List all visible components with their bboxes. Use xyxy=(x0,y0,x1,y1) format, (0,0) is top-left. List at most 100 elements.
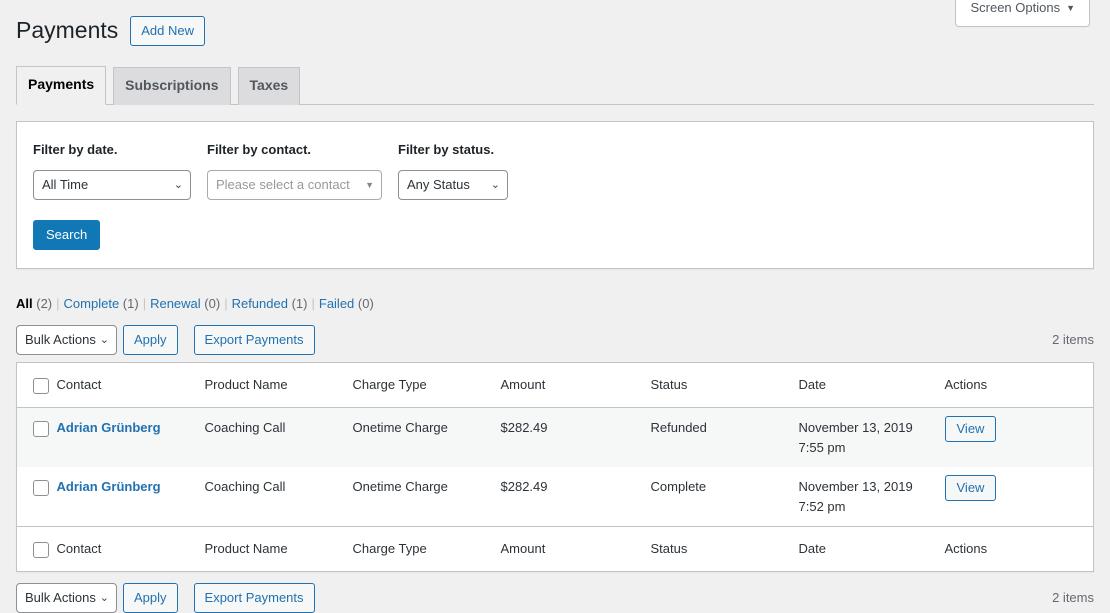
row-date: November 13, 2019 7:52 pm xyxy=(799,467,945,527)
chevron-down-icon: ⌄ xyxy=(99,592,109,605)
row-checkbox[interactable] xyxy=(33,480,49,497)
table-body: Adrian Grünberg Coaching Call Onetime Ch… xyxy=(16,407,1094,527)
header-product-name[interactable]: Product Name xyxy=(205,362,353,407)
row-charge-type: Onetime Charge xyxy=(352,479,448,495)
contact-link[interactable]: Adrian Grünberg xyxy=(57,420,161,435)
select-all-checkbox[interactable] xyxy=(33,378,49,394)
filter-date-label: Filter by date. xyxy=(33,141,118,157)
payments-table: Contact Product Name Charge Type Amount … xyxy=(16,361,1094,573)
separator: | xyxy=(224,295,228,311)
chevron-down-icon: ⌄ xyxy=(99,333,109,346)
filter-panel: Filter by date. All Time ⌄ Filter by con… xyxy=(16,120,1094,269)
filter-status-label: Filter by status. xyxy=(398,141,495,157)
row-checkbox-cell xyxy=(17,408,57,468)
status-link-failed: Failed (0) xyxy=(319,296,374,311)
row-amount: $282.49 xyxy=(500,479,548,495)
tablenav-bottom: Bulk Actions ⌄ Apply Export Payments 2 i… xyxy=(16,583,1094,613)
row-status: Complete xyxy=(650,479,707,495)
footer-charge-type[interactable]: Charge Type xyxy=(353,527,501,572)
status-link-all-label[interactable]: All xyxy=(16,296,33,311)
status-link-renewal-label[interactable]: Renewal xyxy=(150,296,201,311)
page-wrap: Payments Add New Payments Subscriptions … xyxy=(0,0,1110,613)
bulk-actions-select-bottom[interactable]: Bulk Actions ⌄ xyxy=(16,583,117,613)
status-link-complete-label[interactable]: Complete xyxy=(64,296,120,311)
row-checkbox[interactable] xyxy=(33,421,49,438)
bulk-actions-select-top[interactable]: Bulk Actions ⌄ xyxy=(16,324,117,355)
filter-contact-label: Filter by contact. xyxy=(207,141,312,157)
table-row: Adrian Grünberg Coaching Call Onetime Ch… xyxy=(17,467,1094,527)
status-filter-links: All (2) | Complete (1) | Renewal (0) | Refunde… xyxy=(16,291,1094,317)
footer-contact[interactable]: Contact xyxy=(57,527,205,572)
bulk-actions-value: Bulk Actions xyxy=(25,590,96,606)
export-payments-button-top[interactable]: Export Payments xyxy=(193,324,315,355)
filter-contact-placeholder: Please select a contact xyxy=(216,176,350,192)
row-date: November 13, 2019 7:55 pm xyxy=(799,408,945,468)
row-checkbox-cell xyxy=(17,467,57,527)
row-date-day: November 13, 2019 xyxy=(798,479,913,495)
table-footer-row: Contact Product Name Charge Type Amount … xyxy=(16,526,1094,572)
apply-button-bottom[interactable]: Apply xyxy=(123,583,178,613)
status-link-renewal: Renewal (0) | xyxy=(150,296,232,311)
header-contact[interactable]: Contact xyxy=(57,362,205,407)
filter-date-value: All Time xyxy=(42,176,89,192)
tab-subscriptions[interactable]: Subscriptions xyxy=(113,67,231,105)
separator: | xyxy=(56,295,60,311)
row-actions: View xyxy=(944,408,1094,468)
status-link-complete: Complete (1) | xyxy=(64,296,151,311)
items-count-top: 2 items xyxy=(1052,331,1094,347)
filter-group-status: Filter by status. Any Status ⌄ xyxy=(398,142,508,200)
filter-status-select[interactable]: Any Status ⌄ xyxy=(398,169,508,200)
items-count-bottom: 2 items xyxy=(1052,590,1094,606)
row-product-name: Coaching Call xyxy=(204,420,286,436)
header-status[interactable]: Status xyxy=(651,362,799,407)
filter-contact-select[interactable]: Please select a contact ▼ xyxy=(207,169,382,200)
bulk-actions-bottom: Bulk Actions ⌄ Apply Export Payments xyxy=(16,583,315,613)
row-actions: View xyxy=(944,467,1094,527)
search-button[interactable]: Search xyxy=(33,219,101,250)
contact-link[interactable]: Adrian Grünberg xyxy=(57,479,161,494)
filter-status-value: Any Status xyxy=(407,176,470,192)
status-link-all-count: (2) xyxy=(36,295,53,311)
footer-product-name[interactable]: Product Name xyxy=(205,527,353,572)
view-button[interactable]: View xyxy=(944,475,997,502)
separator: | xyxy=(311,295,315,311)
tab-bar: Payments Subscriptions Taxes xyxy=(16,57,1094,105)
table-foot: Contact Product Name Charge Type Amount … xyxy=(16,526,1094,572)
page-title: Payments xyxy=(16,17,119,44)
view-button[interactable]: View xyxy=(944,416,997,443)
select-all-checkbox-footer[interactable] xyxy=(33,542,49,559)
tab-payments[interactable]: Payments xyxy=(16,66,107,105)
row-charge-type: Onetime Charge xyxy=(352,420,448,436)
header-charge-type[interactable]: Charge Type xyxy=(353,362,501,407)
filter-group-contact: Filter by contact. Please select a conta… xyxy=(207,142,382,200)
row-date-time: 7:55 pm xyxy=(798,439,846,455)
separator: | xyxy=(142,295,147,311)
row-product-name: Coaching Call xyxy=(204,479,286,495)
footer-date[interactable]: Date xyxy=(799,527,945,572)
footer-status[interactable]: Status xyxy=(651,527,799,572)
header-amount[interactable]: Amount xyxy=(501,362,651,407)
bulk-actions-value: Bulk Actions xyxy=(25,331,96,347)
row-contact: Adrian Grünberg xyxy=(57,467,205,527)
filter-row: Filter by date. All Time ⌄ Filter by con… xyxy=(33,142,1077,200)
export-payments-button-bottom[interactable]: Export Payments xyxy=(193,583,315,613)
tab-taxes[interactable]: Taxes xyxy=(237,67,301,105)
status-link-failed-label[interactable]: Failed xyxy=(319,296,354,311)
filter-date-select[interactable]: All Time ⌄ xyxy=(33,169,191,200)
status-link-renewal-count: (0) xyxy=(204,295,221,311)
select-all-footer xyxy=(17,527,57,572)
footer-amount[interactable]: Amount xyxy=(501,527,651,572)
table-head: Contact Product Name Charge Type Amount … xyxy=(16,362,1094,408)
filter-group-date: Filter by date. All Time ⌄ xyxy=(33,142,191,200)
table-header-row: Contact Product Name Charge Type Amount … xyxy=(16,362,1094,408)
header-date[interactable]: Date xyxy=(799,362,945,407)
add-new-button[interactable]: Add New xyxy=(130,15,206,47)
page-header: Payments Add New xyxy=(16,0,1094,47)
table-row: Adrian Grünberg Coaching Call Onetime Ch… xyxy=(16,407,1094,468)
status-link-refunded: Refunded (1) | xyxy=(232,296,319,311)
tablenav-top: Bulk Actions ⌄ Apply Export Payments 2 i… xyxy=(16,324,1094,355)
apply-button-top[interactable]: Apply xyxy=(123,324,178,355)
footer-actions: Actions xyxy=(944,541,988,557)
status-link-refunded-label[interactable]: Refunded xyxy=(232,296,288,311)
status-link-failed-count: (0) xyxy=(357,295,374,311)
